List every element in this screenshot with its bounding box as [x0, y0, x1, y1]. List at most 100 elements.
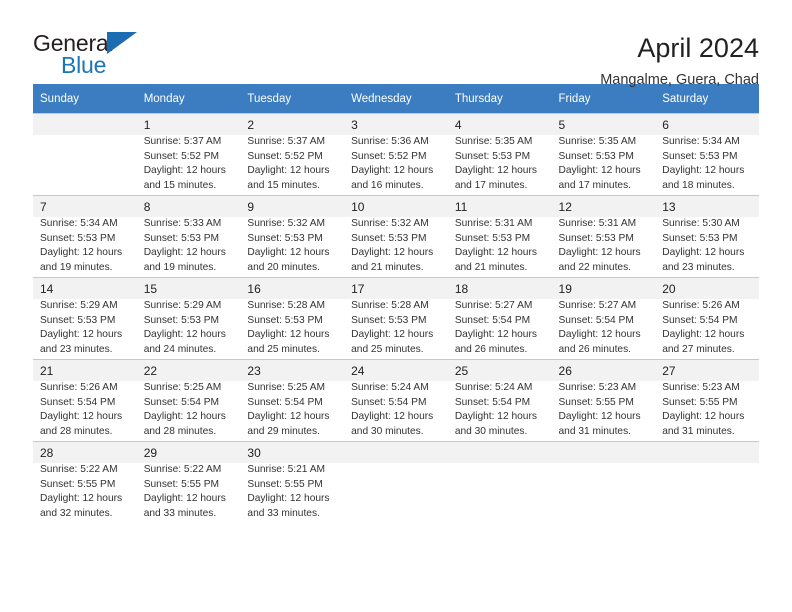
sunset-text: Sunset: 5:52 PM [247, 150, 323, 162]
calendar-day-cell[interactable]: 27 Sunrise: 5:23 AM Sunset: 5:55 PM Dayligh… [655, 359, 759, 441]
sunrise-text: Sunrise: 5:21 AM [247, 464, 325, 475]
sunset-text: Sunset: 5:53 PM [40, 232, 116, 244]
calendar-day-cell[interactable]: 8 Sunrise: 5:33 AM Sunset: 5:53 PM Daylight… [136, 195, 241, 277]
sunrise-text: Sunrise: 5:22 AM [143, 464, 222, 475]
daylight-text: Daylight: 12 hours and 15 minutes. [247, 165, 330, 191]
calendar-body: 1 Sunrise: 5:37 AM Sunset: 5:52 PM Daylight… [33, 113, 759, 523]
day-number: 18 [454, 282, 469, 296]
calendar-day-cell[interactable]: 3 Sunrise: 5:36 AM Sunset: 5:52 PM Daylight… [344, 113, 448, 195]
sunset-text: Sunset: 5:53 PM [454, 150, 531, 162]
sunrise-text: Sunrise: 5:31 AM [558, 218, 637, 229]
sunset-text: Sunset: 5:54 PM [662, 314, 738, 326]
sunset-text: Sunset: 5:53 PM [558, 232, 634, 244]
day-number: 5 [558, 118, 566, 132]
sunrise-sunset-calendar: Sunday Monday Tuesday Wednesday Thursday… [33, 84, 759, 523]
calendar-day-cell[interactable]: 21 Sunrise: 5:26 AM Sunset: 5:54 PM Dayligh… [33, 359, 137, 441]
calendar-day-cell[interactable]: 23 Sunrise: 5:25 AM Sunset: 5:54 PM Dayligh… [240, 359, 345, 441]
sunset-text: Sunset: 5:52 PM [351, 150, 427, 162]
calendar-day-cell[interactable]: 4 Sunrise: 5:35 AM Sunset: 5:53 PM Daylight… [447, 113, 552, 195]
page-subtitle: Mangalme, Guera, Chad [600, 72, 759, 88]
calendar-empty-cell [344, 441, 448, 523]
sunset-text: Sunset: 5:53 PM [558, 150, 634, 162]
calendar-day-cell[interactable]: 11 Sunrise: 5:31 AM Sunset: 5:53 PM Dayligh… [447, 195, 552, 277]
calendar-cell-inner: 10 Sunrise: 5:32 AM Sunset: 5:53 PM Dayligh… [344, 195, 448, 277]
calendar-day-cell[interactable]: 6 Sunrise: 5:34 AM Sunset: 5:53 PM Daylight… [655, 113, 759, 195]
day-number: 9 [247, 200, 255, 214]
day-number: 10 [351, 200, 365, 214]
daylight-text: Daylight: 12 hours and 19 minutes. [143, 247, 226, 273]
daylight-text: Daylight: 12 hours and 17 minutes. [558, 165, 641, 191]
calendar-day-cell[interactable]: 9 Sunrise: 5:32 AM Sunset: 5:53 PM Daylight… [240, 195, 345, 277]
calendar-day-cell[interactable]: 12 Sunrise: 5:31 AM Sunset: 5:53 PM Dayligh… [551, 195, 656, 277]
calendar-day-cell[interactable]: 28 Sunrise: 5:22 AM Sunset: 5:55 PM Dayligh… [33, 441, 137, 523]
sunset-text: Sunset: 5:55 PM [558, 396, 634, 408]
sunset-text: Sunset: 5:53 PM [143, 314, 220, 326]
calendar-day-cell[interactable]: 17 Sunrise: 5:28 AM Sunset: 5:53 PM Dayligh… [344, 277, 448, 359]
calendar-cell-inner: 23 Sunrise: 5:25 AM Sunset: 5:54 PM Dayligh… [240, 359, 345, 441]
calendar-day-cell[interactable]: 22 Sunrise: 5:25 AM Sunset: 5:54 PM Dayligh… [136, 359, 241, 441]
calendar-day-cell[interactable]: 15 Sunrise: 5:29 AM Sunset: 5:53 PM Dayligh… [136, 277, 241, 359]
calendar-day-cell[interactable]: 26 Sunrise: 5:23 AM Sunset: 5:55 PM Dayligh… [551, 359, 656, 441]
sunrise-text: Sunrise: 5:23 AM [662, 382, 740, 393]
daylight-text: Daylight: 12 hours and 28 minutes. [40, 411, 123, 437]
calendar-day-cell[interactable]: 5 Sunrise: 5:35 AM Sunset: 5:53 PM Daylight… [551, 113, 656, 195]
day-number: 30 [247, 446, 261, 460]
calendar-cell-inner: 24 Sunrise: 5:24 AM Sunset: 5:54 PM Dayligh… [344, 359, 448, 441]
calendar-day-cell[interactable]: 1 Sunrise: 5:37 AM Sunset: 5:52 PM Daylight… [136, 113, 241, 195]
sunrise-text: Sunrise: 5:35 AM [558, 136, 637, 147]
weekday-header-thursday: Thursday [447, 84, 552, 113]
day-number: 25 [454, 364, 469, 378]
calendar-cell-inner: 12 Sunrise: 5:31 AM Sunset: 5:53 PM Dayligh… [551, 195, 656, 277]
calendar-cell-inner: 22 Sunrise: 5:25 AM Sunset: 5:54 PM Dayligh… [136, 359, 241, 441]
calendar-day-cell[interactable]: 29 Sunrise: 5:22 AM Sunset: 5:55 PM Dayligh… [136, 441, 241, 523]
calendar-cell-inner: 9 Sunrise: 5:32 AM Sunset: 5:53 PM Daylight… [240, 195, 345, 277]
calendar-day-cell[interactable]: 24 Sunrise: 5:24 AM Sunset: 5:54 PM Dayligh… [344, 359, 448, 441]
calendar-day-cell[interactable]: 30 Sunrise: 5:21 AM Sunset: 5:55 PM Dayligh… [240, 441, 345, 523]
day-number: 22 [143, 364, 158, 378]
daylight-text: Daylight: 12 hours and 25 minutes. [351, 329, 434, 355]
day-number: 27 [662, 364, 676, 378]
daylight-text: Daylight: 12 hours and 15 minutes. [143, 165, 226, 191]
sunrise-text: Sunrise: 5:30 AM [662, 218, 740, 229]
calendar-day-cell[interactable]: 7 Sunrise: 5:34 AM Sunset: 5:53 PM Daylight… [33, 195, 137, 277]
daylight-text: Daylight: 12 hours and 23 minutes. [662, 247, 745, 273]
calendar-day-cell[interactable]: 14 Sunrise: 5:29 AM Sunset: 5:53 PM Dayligh… [33, 277, 137, 359]
day-number: 8 [143, 200, 151, 214]
day-number: 16 [247, 282, 261, 296]
calendar-cell-inner: 26 Sunrise: 5:23 AM Sunset: 5:55 PM Dayligh… [551, 359, 656, 441]
sunset-text: Sunset: 5:55 PM [40, 478, 116, 490]
sunset-text: Sunset: 5:54 PM [558, 314, 634, 326]
calendar-cell-inner: 21 Sunrise: 5:26 AM Sunset: 5:54 PM Dayligh… [33, 359, 137, 441]
calendar-day-cell[interactable]: 25 Sunrise: 5:24 AM Sunset: 5:54 PM Dayligh… [447, 359, 552, 441]
calendar-day-cell[interactable]: 2 Sunrise: 5:37 AM Sunset: 5:52 PM Daylight… [240, 113, 345, 195]
general-blue-logo[interactable]: General Blue [33, 30, 163, 80]
calendar-day-cell[interactable]: 16 Sunrise: 5:28 AM Sunset: 5:53 PM Dayligh… [240, 277, 345, 359]
calendar-day-cell[interactable]: 10 Sunrise: 5:32 AM Sunset: 5:53 PM Dayligh… [344, 195, 448, 277]
calendar-day-cell[interactable]: 18 Sunrise: 5:27 AM Sunset: 5:54 PM Dayligh… [447, 277, 552, 359]
calendar-empty-cell [33, 113, 137, 195]
sunset-text: Sunset: 5:53 PM [351, 314, 427, 326]
calendar-day-cell[interactable]: 20 Sunrise: 5:26 AM Sunset: 5:54 PM Dayligh… [655, 277, 759, 359]
sunset-text: Sunset: 5:54 PM [143, 396, 220, 408]
day-number: 17 [351, 282, 365, 296]
sunset-text: Sunset: 5:54 PM [454, 314, 531, 326]
calendar-page: General Blue April 2024 Mangalme, Guera,… [0, 0, 792, 612]
calendar-cell-inner [447, 441, 552, 523]
day-number: 13 [662, 200, 676, 214]
daylight-text: Daylight: 12 hours and 24 minutes. [143, 329, 226, 355]
calendar-cell-inner: 14 Sunrise: 5:29 AM Sunset: 5:53 PM Dayligh… [33, 277, 137, 359]
sunrise-text: Sunrise: 5:24 AM [454, 382, 533, 393]
calendar-day-cell[interactable]: 13 Sunrise: 5:30 AM Sunset: 5:53 PM Dayligh… [655, 195, 759, 277]
sunset-text: Sunset: 5:52 PM [143, 150, 220, 162]
daylight-text: Daylight: 12 hours and 21 minutes. [454, 247, 537, 273]
daylight-text: Daylight: 12 hours and 26 minutes. [558, 329, 641, 355]
calendar-day-cell[interactable]: 19 Sunrise: 5:27 AM Sunset: 5:54 PM Dayligh… [551, 277, 656, 359]
calendar-week-row: 7 Sunrise: 5:34 AM Sunset: 5:53 PM Daylight… [33, 195, 759, 277]
calendar-cell-inner: 19 Sunrise: 5:27 AM Sunset: 5:54 PM Dayligh… [551, 277, 656, 359]
weekday-header-monday: Monday [136, 84, 241, 113]
sunset-text: Sunset: 5:53 PM [143, 232, 220, 244]
daylight-text: Daylight: 12 hours and 16 minutes. [351, 165, 434, 191]
sunrise-text: Sunrise: 5:29 AM [143, 300, 222, 311]
daylight-text: Daylight: 12 hours and 33 minutes. [143, 493, 226, 519]
triangle-icon [107, 32, 137, 54]
